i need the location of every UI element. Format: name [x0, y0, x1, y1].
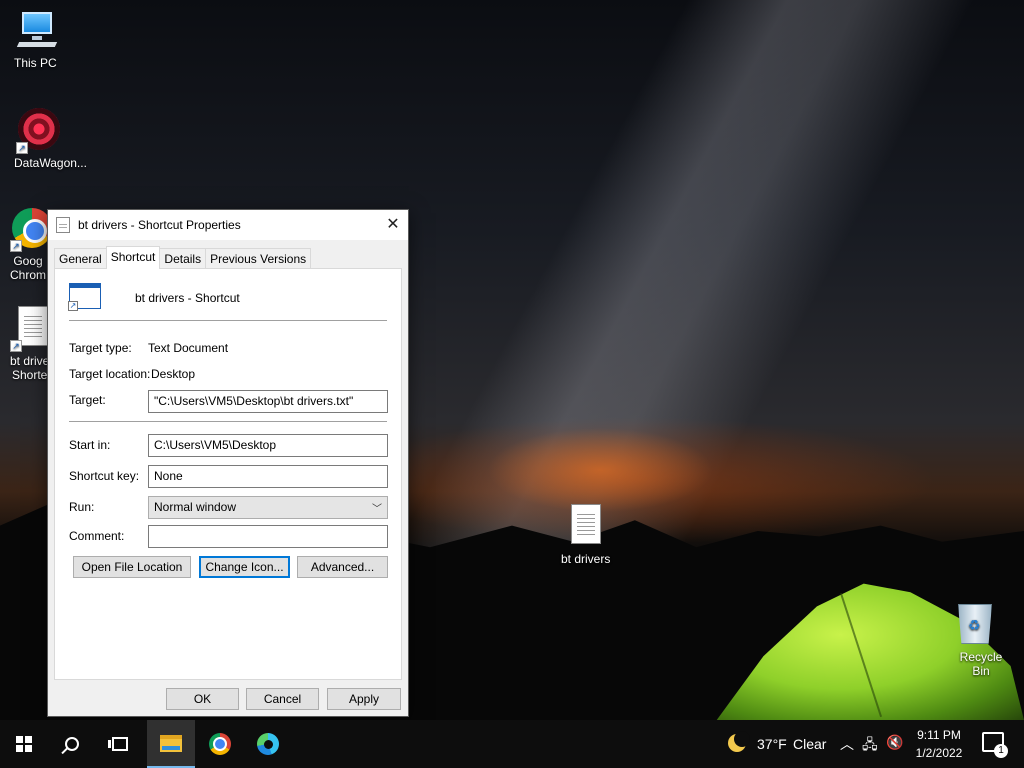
shortcut-key-label: Shortcut key: [69, 469, 140, 483]
apply-button[interactable]: Apply [327, 688, 401, 710]
close-button[interactable]: ✕ [378, 210, 408, 240]
target-location-value: Desktop [151, 367, 196, 381]
search-button[interactable] [48, 720, 96, 768]
dialog-title: bt drivers - Shortcut Properties [78, 218, 241, 232]
chrome-taskbar-button[interactable] [196, 720, 244, 768]
ok-button[interactable]: OK [166, 688, 239, 710]
desktop-icon-label: bt drivers [561, 552, 611, 566]
close-icon: ✕ [386, 216, 400, 233]
notification-center-icon[interactable]: 1 [982, 732, 1008, 758]
file-explorer-taskbar-button[interactable] [147, 720, 195, 768]
shortcut-name: bt drivers - Shortcut [135, 291, 240, 305]
clock-date: 1/2/2022 [915, 746, 963, 760]
taskbar: 37°F Clear ︿ 🖧 🔇 9:11 PM 1/2/2022 1 [0, 720, 1024, 768]
weather-condition[interactable]: Clear [793, 720, 826, 768]
clock-time: 9:11 PM [917, 728, 961, 742]
tab-details[interactable]: Details [159, 248, 207, 269]
desktop-icon-datawagon[interactable]: ↗ DataWagon... [0, 108, 87, 170]
edge-icon [257, 733, 279, 755]
task-view-button[interactable] [96, 720, 144, 768]
target-type-label: Target type: [69, 341, 132, 355]
desktop-icon-label: Recycle Bin [959, 650, 1003, 678]
chrome-icon [209, 733, 231, 755]
divider [69, 421, 387, 422]
desktop-icon-label: bt drive Shorte [10, 354, 50, 382]
system-clock[interactable]: 9:11 PM 1/2/2022 [904, 726, 974, 762]
divider [69, 320, 387, 321]
volume-muted-icon[interactable]: 🔇 [886, 734, 903, 751]
comment-label: Comment: [69, 529, 125, 543]
shortcut-arrow-icon: ↗ [16, 142, 28, 154]
chevron-up-icon[interactable]: ︿ [840, 734, 854, 754]
search-icon [65, 737, 79, 751]
tab-general[interactable]: General [54, 248, 107, 269]
tab-strip: General Shortcut Details Previous Versio… [54, 246, 312, 269]
chevron-down-icon: ﹀ [372, 504, 382, 515]
shortcut-arrow-icon: ↗ [10, 340, 22, 352]
desktop-icon-recycle-bin[interactable]: Recycle Bin [936, 602, 1012, 678]
text-document-icon [563, 504, 607, 548]
datawagon-app-icon: ↗ [16, 108, 60, 154]
change-icon-button[interactable]: Change Icon... [199, 556, 290, 578]
task-view-icon [108, 737, 128, 751]
shortcut-tab-panel: ↗ bt drivers - Shortcut Target type: Tex… [54, 268, 402, 680]
weather-temperature[interactable]: 37°F [757, 720, 787, 768]
shortcut-arrow-icon: ↗ [68, 301, 78, 311]
target-label: Target: [69, 393, 106, 407]
computer-icon [16, 8, 60, 52]
cancel-button[interactable]: Cancel [246, 688, 319, 710]
target-field[interactable]: "C:\Users\VM5\Desktop\bt drivers.txt" [148, 390, 388, 413]
open-file-location-button[interactable]: Open File Location [73, 556, 191, 578]
comment-field[interactable] [148, 525, 388, 548]
moon-weather-icon[interactable] [728, 731, 750, 752]
tab-previous-versions[interactable]: Previous Versions [205, 248, 312, 269]
desktop-icon-label: Goog Chrom [10, 254, 47, 282]
run-select[interactable]: Normal window ﹀ [148, 496, 388, 519]
shortcut-key-field[interactable]: None [148, 465, 388, 488]
dialog-titlebar[interactable]: bt drivers - Shortcut Properties ✕ [48, 210, 408, 240]
windows-logo-icon [16, 736, 32, 752]
desktop-icon-label: This PC [14, 56, 57, 70]
text-document-icon [56, 217, 70, 233]
desktop-icon-this-pc[interactable]: This PC [0, 8, 76, 70]
run-select-value: Normal window [154, 500, 237, 514]
target-type-value: Text Document [148, 341, 229, 355]
shortcut-window-icon: ↗ [68, 283, 101, 311]
notification-count-badge: 1 [994, 744, 1008, 758]
start-in-label: Start in: [69, 438, 111, 452]
start-in-field[interactable]: C:\Users\VM5\Desktop [148, 434, 388, 457]
run-label: Run: [69, 500, 95, 514]
desktop-icon-bt-drivers[interactable]: bt drivers [547, 504, 623, 566]
edge-taskbar-button[interactable] [244, 720, 292, 768]
desktop-icon-label: DataWagon... [14, 156, 87, 170]
shortcut-arrow-icon: ↗ [10, 240, 22, 252]
tab-shortcut[interactable]: Shortcut [105, 246, 161, 269]
target-location-label: Target location: [69, 367, 151, 381]
folder-icon [160, 734, 182, 752]
shortcut-properties-dialog: bt drivers - Shortcut Properties ✕ Gener… [47, 209, 409, 717]
network-icon[interactable]: 🖧 [862, 734, 878, 758]
recycle-bin-icon [952, 602, 996, 646]
advanced-button[interactable]: Advanced... [297, 556, 388, 578]
start-button[interactable] [0, 720, 48, 768]
